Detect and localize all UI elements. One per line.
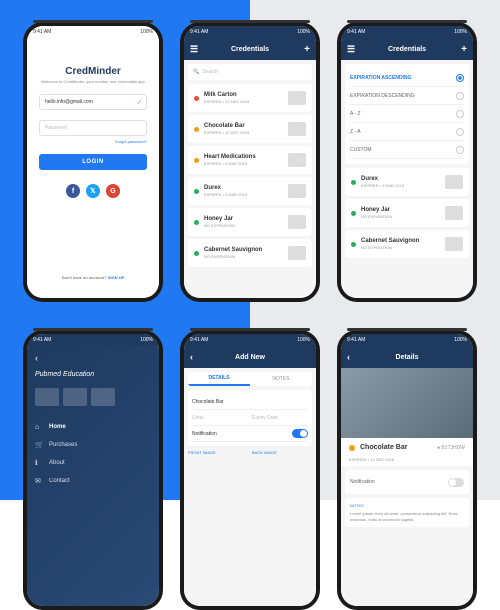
notes-text: Lorem ipsum dolor sit amet, consectetur …: [350, 511, 464, 522]
password-field[interactable]: Password: [39, 120, 147, 136]
add-icon[interactable]: +: [304, 44, 310, 55]
notification-toggle[interactable]: Notification: [350, 475, 464, 489]
back-icon[interactable]: ‹: [190, 352, 193, 362]
menu-item[interactable]: ⌂Home: [35, 418, 151, 436]
tab[interactable]: DETAILS: [188, 372, 250, 386]
menu-item[interactable]: 🛒Purchases: [35, 436, 151, 454]
navbar: ☰ Credentials +: [184, 38, 316, 60]
phone-menu: 9:41 AM100% ‹ Pubmed Education ⌂Home🛒Pur…: [23, 330, 163, 610]
notes-label: NOTES: [350, 503, 464, 508]
navbar: ‹ Add New: [184, 346, 316, 368]
menu-item[interactable]: ℹAbout: [35, 454, 151, 472]
phone-addnew: 9:41 AM100% ‹ Add New DETAILSNOTES Choco…: [180, 330, 320, 610]
email-field[interactable]: hello.info@gmail.com✓: [39, 94, 147, 110]
phone-sort: 9:41 AM100% ☰ Credentials + EXPIRATION A…: [337, 22, 477, 302]
search-input[interactable]: 🔍 Search: [188, 64, 312, 80]
menu-icon[interactable]: ☰: [347, 44, 355, 55]
status-bar: 9:41 AM100%: [341, 334, 473, 346]
credential-item[interactable]: Heart MedicationsEXPIRES • 4 MAR 2019: [188, 146, 312, 174]
add-icon[interactable]: +: [461, 44, 467, 55]
credential-item[interactable]: Cabernet SauvignonNO EXPIRATION: [188, 239, 312, 267]
credential-item[interactable]: Honey JarNO EXPIRATION: [188, 208, 312, 236]
tab[interactable]: NOTES: [250, 372, 312, 386]
navbar: ‹ Details: [341, 346, 473, 368]
credential-item[interactable]: Milk CartonEXPIRED • 12 DEC 2018: [188, 84, 312, 112]
navbar: ☰ Credentials +: [341, 38, 473, 60]
status-dot: [349, 445, 355, 451]
menu-item[interactable]: ✉Contact: [35, 472, 151, 490]
phone-login: 9:41 AM100% CredMinder Welcome to CredMi…: [23, 22, 163, 302]
sort-option[interactable]: A - Z: [350, 105, 464, 123]
credential-item[interactable]: Chocolate BarEXPIRES • 12 DEC 2018: [188, 115, 312, 143]
product-code: ● B173HDW: [437, 445, 465, 451]
phone-details: 9:41 AM100% ‹ Details Chocolate Bar ● B1…: [337, 330, 477, 610]
back-image-label[interactable]: BACK IMAGE: [252, 450, 312, 455]
login-button[interactable]: LOGIN: [39, 154, 147, 170]
back-icon[interactable]: ‹: [35, 353, 151, 363]
menu-icon[interactable]: ☰: [190, 44, 198, 55]
front-image-label[interactable]: FRONT IMAGE: [188, 450, 248, 455]
signup-link[interactable]: Don't have an account? SIGN UP: [62, 275, 125, 280]
sort-option[interactable]: EXPIRATION ASCENDING: [350, 69, 464, 87]
facebook-button[interactable]: f: [66, 184, 80, 198]
sort-option[interactable]: CUSTOM: [350, 141, 464, 159]
credential-item[interactable]: DurexEXPIRES • 4 MAR 2019: [188, 177, 312, 205]
back-icon[interactable]: ‹: [347, 352, 350, 362]
status-bar: 9:41 AM100%: [341, 26, 473, 38]
check-icon: ✓: [137, 99, 142, 106]
status-bar: 9:41 AM100%: [27, 26, 159, 38]
credential-item[interactable]: DurexEXPIRES • 4 MAR 2019: [345, 168, 469, 196]
forgot-password-link[interactable]: Forgot password?: [115, 139, 147, 144]
name-field[interactable]: Chocolate Bar: [192, 394, 308, 410]
twitter-button[interactable]: 𝕏: [86, 184, 100, 198]
notification-toggle[interactable]: Notification: [192, 426, 308, 442]
credential-item[interactable]: Honey JarNO EXPIRATION: [345, 199, 469, 227]
status-bar: 9:41 AM100%: [27, 334, 159, 345]
sort-option[interactable]: Z - A: [350, 123, 464, 141]
google-button[interactable]: G: [106, 184, 120, 198]
logo: Pubmed Education: [35, 371, 151, 378]
credential-item[interactable]: Cabernet SauvignonNO EXPIRATION: [345, 230, 469, 258]
units-date-row[interactable]: Units Expiry Date: [192, 410, 308, 426]
status-bar: 9:41 AM100%: [184, 334, 316, 346]
expiry-text: EXPIRED • 12 DEC 2018: [341, 457, 473, 466]
sort-option[interactable]: EXPIRATION DESCENDING: [350, 87, 464, 105]
status-bar: 9:41 AM100%: [184, 26, 316, 38]
app-subtitle: Welcome to CredMinder, your number one c…: [41, 79, 145, 84]
app-title: CredMinder: [65, 66, 121, 77]
product-name: Chocolate Bar: [360, 444, 437, 451]
product-image: [341, 368, 473, 438]
phone-credentials: 9:41 AM100% ☰ Credentials + 🔍 Search Mil…: [180, 22, 320, 302]
